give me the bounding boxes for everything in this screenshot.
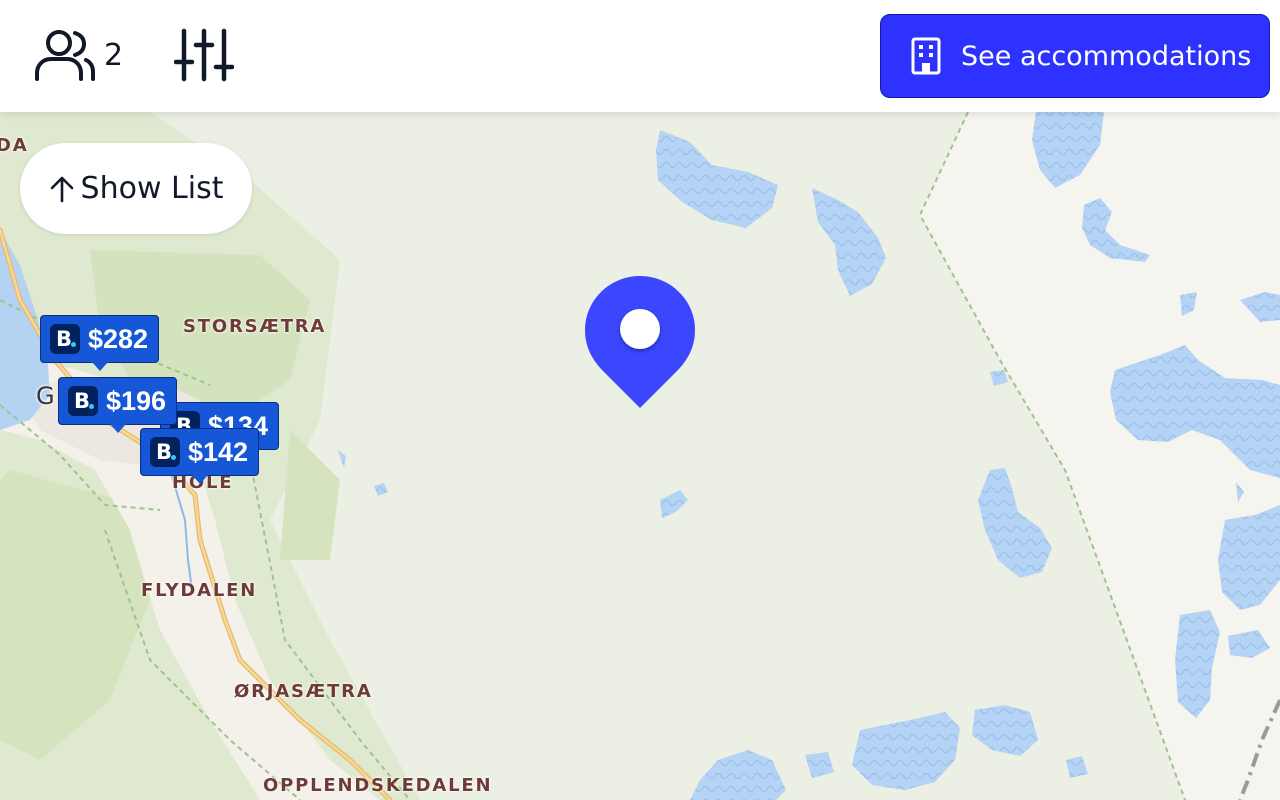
price-marker[interactable]: B $142 [140,428,260,484]
price-marker[interactable]: B $282 [40,315,160,371]
place-label-opplendskedalen: OPPLENDSKEDALEN [263,775,493,796]
guests-button[interactable]: 2 [34,28,123,82]
filters-button[interactable] [173,28,235,86]
users-icon [35,30,95,81]
price-label: $142 [188,436,249,467]
see-accommodations-label: See accommodations [961,40,1252,72]
see-accommodations-button[interactable]: See accommodations [880,14,1270,98]
guest-count: 2 [104,37,124,73]
place-label-da: DA [0,135,29,156]
price-marker[interactable]: B $196 [58,377,178,433]
building-icon [911,37,941,75]
show-list-button[interactable]: Show List [20,143,252,234]
place-label-storsaetra: STORSÆTRA [183,316,327,337]
booking-logo-icon: B [150,437,180,467]
sliders-icon [173,28,235,82]
place-label-flydalen: FLYDALEN [141,580,258,601]
place-label-orjasaetra: ØRJASÆTRA [234,681,373,702]
price-label: $282 [88,323,149,354]
price-label: $196 [106,385,167,416]
booking-logo-icon: B [68,386,98,416]
booking-logo-icon: B [50,324,80,354]
place-label-gol: G [36,382,55,410]
top-bar: 2 See accommodations [0,0,1280,112]
map-pin-icon[interactable] [584,275,696,411]
show-list-label: Show List [80,171,224,206]
arrow-up-icon [50,176,73,202]
